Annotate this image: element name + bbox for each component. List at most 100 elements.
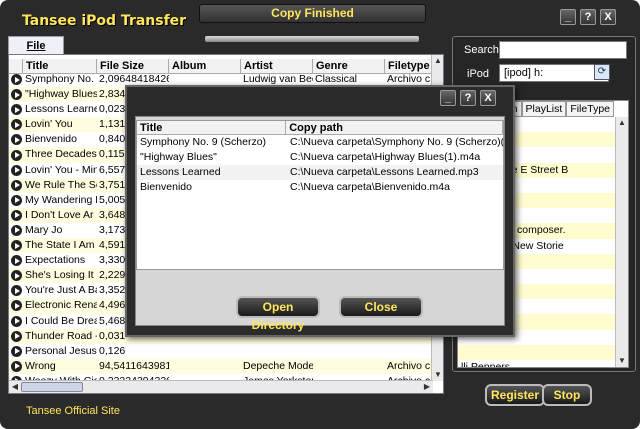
ipod-list-vscrollbar[interactable]: ▲ ▼: [615, 117, 628, 367]
table-row[interactable]: Lessons Learned C:\Nueva carpeta\Lessons …: [137, 165, 503, 180]
cell-filetype: Archivo c: [387, 359, 431, 372]
app-window: Tansee iPod Transfer Copy Finished _ ? X…: [0, 0, 640, 429]
play-icon[interactable]: [9, 344, 23, 359]
file-list-hscrollbar[interactable]: ◀ ▶: [9, 380, 433, 393]
table-row[interactable]: Personal Jesus (0,126: [9, 344, 433, 359]
play-icon[interactable]: [9, 178, 23, 193]
cell-album: [169, 344, 241, 359]
scroll-down-icon[interactable]: ▼: [616, 355, 628, 367]
scroll-up-icon[interactable]: ▲: [432, 55, 443, 67]
cell-title: Bienvenido: [25, 133, 77, 146]
help-button[interactable]: ?: [580, 9, 596, 25]
ipod-label: iPod: [467, 68, 490, 80]
play-icon[interactable]: [9, 223, 23, 238]
cell-title: Mary Jo: [25, 223, 63, 236]
play-icon[interactable]: [9, 72, 23, 87]
list-item[interactable]: [458, 344, 616, 360]
dialog-minimize-button[interactable]: _: [440, 90, 456, 106]
play-icon[interactable]: [9, 147, 23, 162]
play-icon[interactable]: [9, 314, 23, 329]
dialog-help-button[interactable]: ?: [460, 90, 476, 106]
play-icon[interactable]: [9, 359, 23, 374]
table-row[interactable]: Bienvenido C:\Nueva carpeta\Bienvenido.m4…: [137, 180, 503, 195]
cell-title: I Could Be Drear: [25, 314, 97, 327]
column-genre[interactable]: Genre: [313, 59, 385, 73]
scroll-right-icon[interactable]: ▶: [421, 381, 433, 393]
tab-file[interactable]: File: [8, 36, 64, 55]
cell-title: Lessons Learned: [25, 103, 97, 116]
ipod-select[interactable]: [ipod] h:: [499, 64, 609, 82]
cell-title: We Rule The Scl: [25, 178, 97, 191]
stop-button[interactable]: Stop: [542, 384, 592, 406]
search-label: Search: [464, 44, 499, 56]
tab-playlist[interactable]: PlayList: [521, 101, 567, 117]
cell-copy-path: C:\Nueva carpeta\Bienvenido.m4a: [290, 181, 450, 193]
minimize-button[interactable]: _: [560, 9, 576, 25]
play-icon[interactable]: [9, 193, 23, 208]
cell-title: You're Just A Ba: [25, 284, 97, 297]
cell-copy-path: C:\Nueva carpeta\Highway Blues(1).m4a: [290, 151, 481, 163]
table-row[interactable]: Wrong 94,5411643981 Depeche Mode Archivo c: [9, 358, 433, 374]
app-title: Tansee iPod Transfer: [22, 13, 187, 29]
play-icon[interactable]: [9, 329, 23, 344]
close-button[interactable]: Close: [339, 296, 423, 318]
hscroll-thumb[interactable]: [21, 382, 83, 392]
cell-title: Symphony No. 9 (Scherzo): [140, 136, 267, 148]
table-row[interactable]: Symphony No. 9 (Scherzo) C:\Nueva carpeta…: [137, 135, 503, 150]
status-panel: Copy Finished: [199, 4, 426, 23]
play-icon[interactable]: [9, 283, 23, 298]
copy-results-table: Title Copy path Symphony No. 9 (Scherzo)…: [136, 120, 504, 270]
search-input[interactable]: [499, 41, 627, 59]
close-window-button[interactable]: X: [600, 9, 616, 25]
play-icon[interactable]: [9, 268, 23, 283]
scroll-left-icon[interactable]: ◀: [9, 381, 21, 393]
cell-title: Expectations: [25, 254, 86, 267]
cell-title: Three Decades: [25, 148, 97, 161]
copy-results-header: Title Copy path: [137, 121, 503, 135]
column-artist[interactable]: Artist: [241, 59, 313, 73]
cell-title: Wrong: [25, 359, 56, 372]
cell-copy-path: C:\Nueva carpeta\Symphony No. 9 (Scherzo…: [290, 136, 503, 148]
cell-title: Symphony No. 9: [25, 73, 97, 85]
cell-title: The State I Am: [25, 239, 95, 252]
play-icon[interactable]: [9, 87, 23, 102]
cell-genre: [313, 344, 385, 359]
play-icon[interactable]: [9, 238, 23, 253]
dialog-close-window-button[interactable]: X: [480, 90, 496, 106]
cell-title: Bienvenido: [140, 181, 192, 193]
cell-title: "Highway Blues": [140, 151, 217, 163]
column-file-size[interactable]: File Size: [97, 59, 169, 73]
play-icon[interactable]: [9, 163, 23, 178]
copy-results-rows: Symphony No. 9 (Scherzo) C:\Nueva carpeta…: [137, 135, 503, 195]
cell-album: [169, 359, 241, 374]
play-icon[interactable]: [9, 132, 23, 147]
cell-file-size: 0,126: [99, 344, 126, 357]
cell-title: Thunder Road -: [25, 329, 97, 342]
column-filetype[interactable]: Filetype: [385, 59, 433, 73]
refresh-icon[interactable]: ⟳: [594, 64, 610, 80]
scroll-up-icon[interactable]: ▲: [616, 117, 628, 129]
tab-filetype[interactable]: FileType: [566, 101, 614, 117]
play-icon[interactable]: [9, 253, 23, 268]
column-title[interactable]: Title: [137, 121, 287, 134]
cell-copy-path: C:\Nueva carpeta\Lessons Learned.mp3: [290, 166, 479, 178]
column-copy-path[interactable]: Copy path: [286, 121, 503, 134]
cell-title: "Highway Blues": [25, 88, 97, 101]
table-row[interactable]: "Highway Blues" C:\Nueva carpeta\Highway …: [137, 150, 503, 165]
cell-artist: Depeche Mode: [243, 359, 313, 372]
progress-bar: [205, 36, 419, 42]
list-item[interactable]: lli Peppers: [458, 360, 616, 367]
play-icon[interactable]: [9, 117, 23, 132]
column-title[interactable]: Title: [23, 59, 97, 73]
scroll-down-icon[interactable]: ▼: [432, 369, 443, 381]
open-directory-button[interactable]: Open Directory: [236, 296, 320, 332]
play-icon[interactable]: [9, 298, 23, 313]
play-icon[interactable]: [9, 102, 23, 117]
column-album[interactable]: Album: [169, 59, 241, 73]
dialog-body: Title Copy path Symphony No. 9 (Scherzo)…: [135, 116, 505, 326]
official-site-link[interactable]: Tansee Official Site: [26, 405, 120, 417]
cell-file-size: 94,5411643981: [99, 359, 169, 372]
play-icon[interactable]: [9, 208, 23, 223]
cell-title: Personal Jesus (: [25, 344, 97, 357]
register-button[interactable]: Register: [485, 384, 545, 406]
